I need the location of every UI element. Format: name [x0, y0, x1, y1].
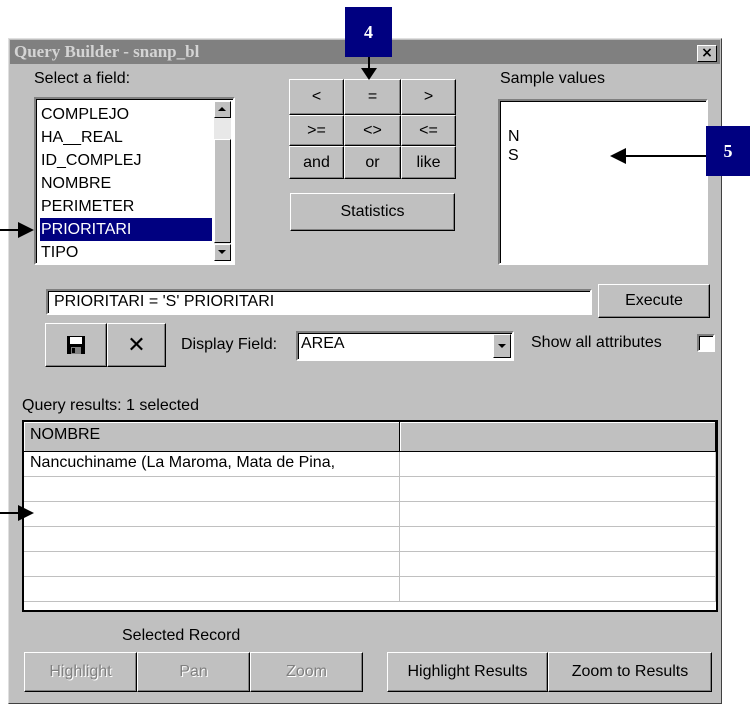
field-item-nombre[interactable]: NOMBRE	[40, 172, 111, 195]
table-row[interactable]	[400, 527, 716, 552]
operator-greater-equal-button[interactable]: >=	[289, 115, 344, 146]
callout-5: 5	[706, 126, 750, 176]
callout-line-left-top	[0, 229, 20, 231]
operator-not-equal-button[interactable]: <>	[344, 115, 401, 146]
display-field-label: Display Field:	[181, 336, 278, 353]
selected-record-label: Selected Record	[122, 627, 241, 644]
table-row[interactable]	[24, 552, 400, 577]
show-all-attributes-checkbox[interactable]	[697, 334, 715, 352]
operator-or-button[interactable]: or	[344, 146, 401, 179]
field-list[interactable]: COMPLEJO HA__REAL ID_COMPLEJ NOMBRE PERI…	[34, 97, 235, 265]
sample-values-label: Sample values	[500, 70, 605, 87]
clear-button[interactable]: ✕	[107, 323, 166, 367]
operator-less-equal-button[interactable]: <=	[401, 115, 456, 146]
query-expression-input[interactable]: PRIORITARI = 'S' PRIORITARI	[46, 289, 592, 315]
column-header-empty[interactable]	[400, 422, 716, 452]
operator-greater-than-button[interactable]: >	[401, 79, 456, 115]
field-item-perimeter[interactable]: PERIMETER	[40, 195, 134, 218]
table-cell[interactable]	[400, 452, 716, 477]
save-icon	[67, 336, 85, 354]
query-results-label: Query results: 1 selected	[22, 397, 199, 414]
column-header-nombre[interactable]: NOMBRE	[24, 422, 400, 452]
table-row[interactable]	[24, 527, 400, 552]
show-all-attributes-label: Show all attributes	[531, 334, 662, 351]
table-cell[interactable]: Nancuchiname (La Maroma, Mata de Pina,	[24, 452, 400, 477]
scroll-up-button[interactable]	[214, 101, 231, 118]
table-row[interactable]	[24, 502, 400, 527]
scroll-thumb[interactable]	[214, 139, 231, 243]
callout-5-line	[625, 155, 706, 157]
execute-button[interactable]: Execute	[598, 284, 710, 318]
callout-4: 4	[345, 7, 392, 57]
highlight-button[interactable]: Highlight	[24, 652, 137, 692]
display-field-select[interactable]: AREA	[296, 331, 514, 361]
chevron-down-icon	[498, 344, 506, 348]
operator-and-button[interactable]: and	[289, 146, 344, 179]
statistics-button[interactable]: Statistics	[290, 193, 455, 231]
operator-less-than-button[interactable]: <	[289, 79, 344, 115]
results-table[interactable]: NOMBRE Nancuchiname (La Maroma, Mata de …	[22, 420, 718, 612]
arrow-right-icon	[18, 222, 34, 238]
table-row[interactable]	[400, 552, 716, 577]
highlight-results-button[interactable]: Highlight Results	[387, 652, 548, 692]
arrow-left-icon	[610, 148, 626, 164]
field-item-ha-real[interactable]: HA__REAL	[40, 126, 123, 149]
scroll-down-button[interactable]	[214, 244, 231, 261]
field-item-complejo[interactable]: COMPLEJO	[40, 103, 129, 126]
field-item-id-complej[interactable]: ID_COMPLEJ	[40, 149, 141, 172]
arrow-down-icon	[218, 250, 226, 254]
field-item-tipo[interactable]: TIPO	[40, 241, 78, 264]
table-row[interactable]	[400, 477, 716, 502]
close-button[interactable]: ×	[697, 45, 717, 62]
sample-values-list[interactable]: N S	[498, 99, 708, 265]
table-row[interactable]	[400, 577, 716, 602]
table-row[interactable]	[400, 502, 716, 527]
close-icon: ×	[701, 45, 713, 61]
sample-value-n[interactable]: N	[508, 128, 520, 146]
pan-button[interactable]: Pan	[137, 652, 250, 692]
zoom-to-results-button[interactable]: Zoom to Results	[548, 652, 712, 692]
clear-icon: ✕	[127, 332, 146, 358]
callout-line-left-bottom	[0, 512, 20, 514]
sample-value-s[interactable]: S	[508, 147, 519, 165]
operator-like-button[interactable]: like	[401, 146, 456, 179]
save-button[interactable]	[45, 323, 107, 367]
arrow-up-icon	[218, 107, 226, 111]
field-item-prioritari[interactable]: PRIORITARI	[40, 218, 212, 241]
select-field-label: Select a field:	[34, 70, 131, 87]
operator-equals-button[interactable]: =	[344, 79, 401, 115]
display-field-value: AREA	[301, 335, 345, 352]
arrow-right-icon	[18, 505, 34, 521]
table-row[interactable]	[24, 577, 400, 602]
window-title: Query Builder - snanp_bl	[14, 42, 200, 61]
field-list-scrollbar[interactable]	[214, 101, 231, 261]
display-field-dropdown-button[interactable]	[493, 334, 511, 358]
arrow-down-icon	[361, 68, 377, 80]
table-row[interactable]	[24, 477, 400, 502]
zoom-button[interactable]: Zoom	[250, 652, 363, 692]
